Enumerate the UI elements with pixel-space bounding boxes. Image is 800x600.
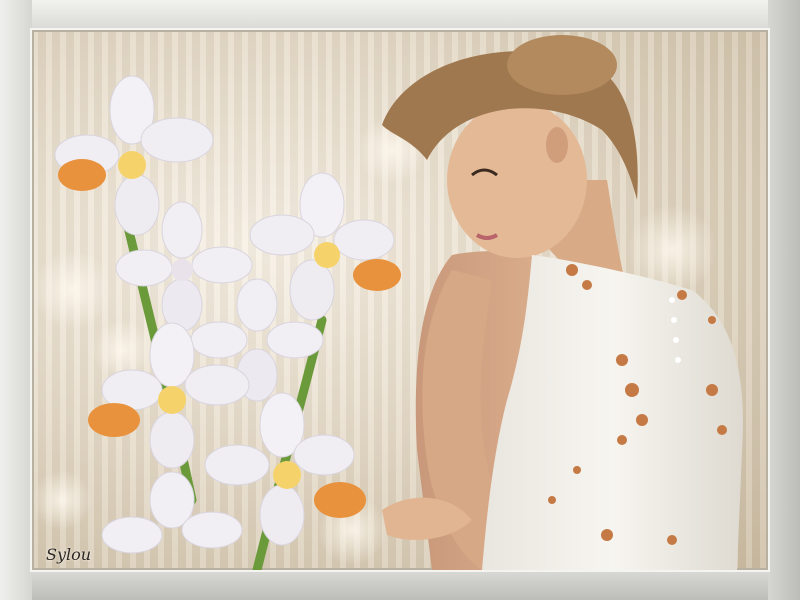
frame-top-edge [0, 0, 800, 30]
picture-frame: Sylou [0, 0, 800, 600]
artist-signature: Sylou [46, 545, 92, 564]
woman-figure [382, 35, 743, 570]
frame-left-edge [0, 0, 32, 600]
frame-bottom-edge [0, 570, 800, 600]
frame-right-edge [768, 0, 800, 600]
artwork-scene: Sylou [32, 30, 768, 570]
orchid-flowers [54, 75, 401, 554]
artwork-illustration [32, 35, 743, 570]
